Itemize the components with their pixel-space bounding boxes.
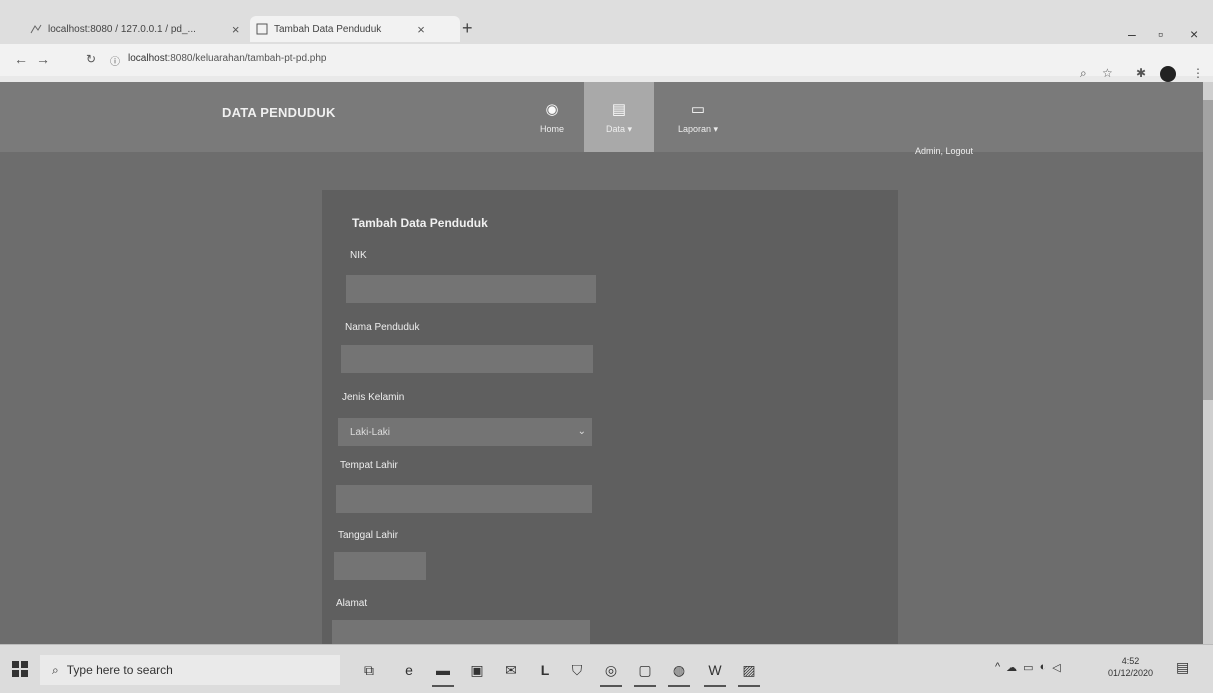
- url-field[interactable]: ⓘ localhost:8080/keluarahan/tambah-pt-pd…: [110, 53, 326, 68]
- close-window-button[interactable]: ×: [1190, 26, 1198, 42]
- nav-data-label: Data ▾: [605, 123, 633, 134]
- word-icon[interactable]: W: [704, 659, 726, 681]
- nama-input[interactable]: [341, 345, 593, 373]
- jenis-kelamin-label: Jenis Kelamin: [342, 392, 405, 403]
- chevron-up-icon[interactable]: ^: [995, 661, 1000, 674]
- search-placeholder: Type here to search: [66, 663, 173, 677]
- running-indicator: [634, 685, 656, 687]
- dashboard-icon: ◉: [545, 101, 559, 118]
- search-icon: ⌕: [52, 662, 59, 677]
- nama-label: Nama Penduduk: [345, 322, 420, 333]
- close-icon[interactable]: ×: [232, 22, 240, 37]
- store-icon[interactable]: ▣: [466, 659, 488, 681]
- app-icon[interactable]: ▢: [634, 659, 656, 681]
- network-icon[interactable]: ◐: [1040, 661, 1047, 674]
- monitor-icon: ▭: [690, 100, 706, 118]
- tanggal-lahir-label: Tanggal Lahir: [338, 530, 399, 541]
- running-indicator: [668, 685, 690, 687]
- back-icon[interactable]: ←: [14, 51, 28, 67]
- forward-icon[interactable]: →: [36, 51, 50, 67]
- scrollbar-thumb[interactable]: [1203, 100, 1213, 400]
- zoom-icon[interactable]: ⌕: [1080, 66, 1087, 81]
- jenis-kelamin-value: Laki-Laki: [350, 426, 391, 438]
- profile-avatar[interactable]: [1160, 66, 1176, 82]
- reload-icon[interactable]: ↻: [86, 52, 96, 66]
- admin-logout-link[interactable]: Admin, Logout: [915, 146, 973, 156]
- shield-icon[interactable]: ⛉: [566, 659, 588, 681]
- nav-laporan-label: Laporan ▾: [677, 123, 719, 134]
- onedrive-icon[interactable]: ☁: [1006, 661, 1017, 674]
- close-icon[interactable]: ×: [417, 22, 425, 37]
- mail-icon[interactable]: ✉: [500, 659, 522, 681]
- running-indicator: [738, 685, 760, 687]
- tab-title: Tambah Data Penduduk: [274, 23, 382, 35]
- chrome-icon[interactable]: ◍: [668, 659, 690, 681]
- clock-date: 01/12/2020: [1108, 668, 1154, 678]
- maximize-button[interactable]: ▫: [1158, 26, 1163, 42]
- alamat-label: Alamat: [336, 598, 368, 609]
- info-icon: ⓘ: [110, 57, 120, 68]
- target-icon[interactable]: ◎: [600, 659, 622, 681]
- form-title: Tambah Data Penduduk: [352, 216, 488, 230]
- url-path: :8080/keluarahan/tambah-pt-pd.php: [167, 53, 327, 64]
- top-navbar: DATA PENDUDUK ◉ Home ▤ Data ▾ ▭ Laporan …: [0, 82, 1203, 156]
- file-explorer-icon[interactable]: ▬: [432, 659, 454, 681]
- new-tab-button[interactable]: +: [462, 18, 473, 39]
- taskbar-clock[interactable]: 4:52 01/12/2020: [1108, 655, 1153, 679]
- edge-icon[interactable]: e: [398, 659, 420, 681]
- brand-title[interactable]: DATA PENDUDUK: [222, 105, 336, 120]
- nav-data[interactable]: ▤ Data ▾: [584, 82, 654, 152]
- clock-time: 4:52: [1121, 656, 1140, 666]
- nik-input[interactable]: [346, 275, 596, 303]
- tempat-lahir-input[interactable]: [336, 485, 592, 513]
- running-indicator: [704, 685, 726, 687]
- tab-phpmyadmin[interactable]: localhost:8080 / 127.0.0.1 / pd_... ×: [30, 16, 240, 42]
- nav-home[interactable]: ◉ Home: [517, 82, 587, 152]
- windows-start-icon[interactable]: [12, 661, 28, 677]
- phpmyadmin-icon: [30, 23, 42, 35]
- chevron-down-icon: ⌄: [577, 426, 586, 437]
- taskbar-search[interactable]: ⌕ Type here to search: [40, 655, 340, 685]
- tanggal-lahir-input[interactable]: [334, 552, 426, 580]
- url-host: localhost: [128, 53, 168, 64]
- star-icon[interactable]: ☆: [1102, 66, 1113, 80]
- running-indicator: [600, 685, 622, 687]
- file-icon: ▤: [611, 100, 627, 118]
- task-view-icon[interactable]: ⧉: [358, 659, 380, 681]
- extension-icon[interactable]: ✱: [1136, 66, 1146, 80]
- tab-title: localhost:8080 / 127.0.0.1 / pd_...: [48, 23, 196, 35]
- jenis-kelamin-select[interactable]: Laki-Laki ⌄: [338, 418, 592, 446]
- nav-home-label: Home: [539, 124, 564, 134]
- alamat-input[interactable]: [332, 620, 590, 644]
- image-app-icon[interactable]: ▨: [738, 659, 760, 681]
- menu-icon[interactable]: ⋮: [1192, 66, 1204, 80]
- nik-label: NIK: [350, 250, 367, 261]
- minimize-button[interactable]: –: [1128, 26, 1136, 42]
- running-indicator: [432, 685, 454, 687]
- nav-laporan[interactable]: ▭ Laporan ▾: [659, 82, 737, 152]
- tempat-lahir-label: Tempat Lahir: [340, 460, 398, 471]
- windows-taskbar: ⌕ Type here to search ⧉ e ▬ ▣ ✉ L ⛉ ◎ ▢ …: [0, 644, 1213, 693]
- system-tray[interactable]: ^ ☁ ▭ ◐ ◁: [995, 661, 1061, 674]
- battery-icon[interactable]: ▭: [1023, 661, 1033, 674]
- notification-icon[interactable]: ▤: [1176, 659, 1189, 676]
- page-icon: [256, 23, 268, 35]
- tab-tambah-data[interactable]: Tambah Data Penduduk ×: [250, 16, 460, 42]
- volume-icon[interactable]: ◁: [1052, 661, 1060, 674]
- app-l-icon[interactable]: L: [534, 659, 556, 681]
